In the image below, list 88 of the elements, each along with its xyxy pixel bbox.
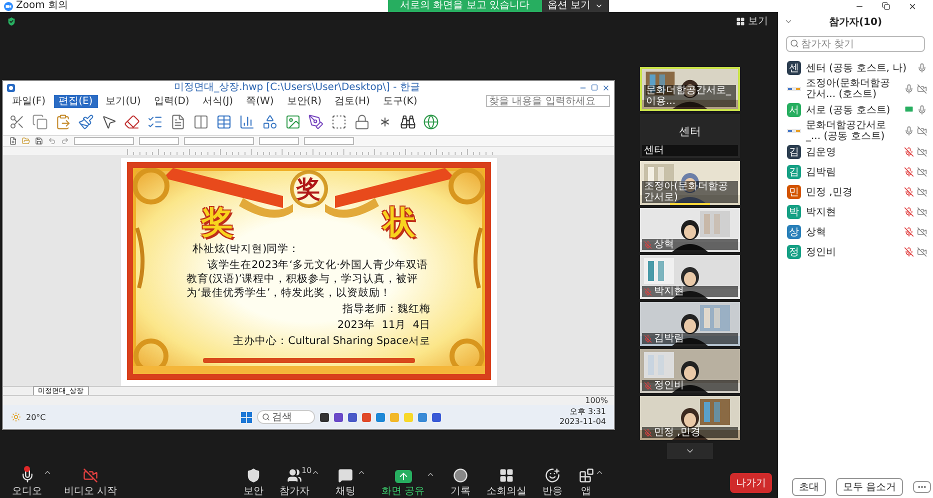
toolbar-video-button[interactable]: 비디오 시작 bbox=[64, 468, 118, 498]
toolbar-audio-button[interactable]: 오디오 bbox=[12, 468, 42, 498]
video-tile[interactable]: 센터 센터 bbox=[640, 114, 740, 158]
name-label: 문화더함공간서로_이용... bbox=[644, 85, 736, 107]
taskbar-search[interactable]: 검색 bbox=[256, 410, 315, 424]
view-options-button[interactable]: 옵션 보기 bbox=[542, 0, 609, 12]
avatar: 서 bbox=[787, 103, 801, 117]
name-label: 박지현 bbox=[642, 286, 738, 297]
menu-tab[interactable]: 보기(U) bbox=[100, 94, 146, 108]
panel-button[interactable]: 모두 음소거 bbox=[836, 478, 904, 496]
toolbar-participants-button[interactable]: 10 참가자 bbox=[280, 468, 310, 498]
participant-row[interactable]: 상 상혁 bbox=[778, 222, 933, 242]
avatar: 박 bbox=[787, 205, 801, 219]
window-title: Zoom 회의 bbox=[16, 0, 68, 12]
menu-tab[interactable]: 검토(H) bbox=[330, 94, 375, 108]
video-tile[interactable]: 상혁 bbox=[640, 208, 740, 252]
display-name: 센터 bbox=[679, 124, 701, 138]
participant-name: 정인비 bbox=[806, 246, 837, 258]
avatar: 김 bbox=[787, 145, 801, 159]
participant-row[interactable]: 김 김박림 bbox=[778, 162, 933, 182]
toolbar-breakout-button[interactable]: 소회의실 bbox=[486, 468, 527, 498]
participant-row[interactable]: 서 서로 (공동 호스트) bbox=[778, 100, 933, 120]
name-label: 상혁 bbox=[642, 239, 738, 250]
participant-row[interactable]: 문화더함공간서로_... (공동 호스트) bbox=[778, 120, 933, 142]
panel-title: 참가자(10) bbox=[828, 16, 882, 29]
video-tile[interactable]: 김박림 bbox=[640, 302, 740, 346]
clock-time: 오후 3:31 bbox=[569, 407, 606, 417]
document-title: 미정면대_상장.hwp [C:\Users\User\Desktop\] - 한글 bbox=[173, 81, 421, 94]
medal-emblem: 奖 bbox=[290, 170, 328, 208]
participant-name: 서로 (공동 호스트) bbox=[806, 104, 892, 116]
name-label: 조정아(문화더함공간서로) bbox=[642, 181, 738, 203]
signature-line: 指导老师：魏红梅 bbox=[342, 302, 430, 316]
toolbar-apps-button[interactable]: 앱 bbox=[578, 468, 594, 498]
toolbar-record-button[interactable]: 기록 bbox=[450, 468, 471, 498]
video-tile[interactable]: 문화더함공간서로_이용... bbox=[640, 67, 740, 111]
menu-tab[interactable]: 서식(J) bbox=[197, 94, 238, 108]
name-label: 김박림 bbox=[642, 333, 738, 344]
name-label: 센터 bbox=[642, 145, 738, 156]
leave-button[interactable]: 나가기 bbox=[730, 473, 772, 493]
participant-row[interactable]: 민 민정 ,민경 bbox=[778, 182, 933, 202]
zoom-level: 100% bbox=[585, 396, 608, 405]
toolbar-reactions-button[interactable]: 반응 bbox=[542, 468, 563, 498]
participant-name: 문화더함공간서로_... (공동 호스트) bbox=[806, 120, 887, 142]
toolbar-chat-button[interactable]: 채팅 bbox=[336, 468, 356, 498]
toolbar-share-button[interactable]: 화면 공유 bbox=[382, 470, 425, 498]
participant-name: 김운영 bbox=[806, 146, 837, 158]
participant-name: 김박림 bbox=[806, 166, 837, 178]
video-tile[interactable]: 박지현 bbox=[640, 255, 740, 299]
name-label: 민정 ,민경 bbox=[642, 427, 738, 438]
participant-name: 조정아(문화더함공간서... (호스트) bbox=[806, 78, 891, 100]
date-line: 2023年 11月 4日 bbox=[337, 318, 430, 332]
participant-search-field[interactable]: 참가자 찾기 bbox=[786, 36, 925, 52]
menu-tab[interactable]: 입력(D) bbox=[148, 94, 194, 108]
clock-date: 2023-11-04 bbox=[560, 417, 606, 427]
menu-tab[interactable]: 파일(F) bbox=[7, 94, 51, 108]
avatar: 정 bbox=[787, 245, 801, 259]
weather-text: 20°C bbox=[26, 412, 46, 422]
participant-name: 센터 (공동 호스트, 나) bbox=[806, 62, 908, 74]
video-tile[interactable]: 정인비 bbox=[640, 349, 740, 393]
participant-row[interactable]: 센 센터 (공동 호스트, 나) bbox=[778, 58, 933, 78]
avatar: 김 bbox=[787, 165, 801, 179]
menu-tab[interactable]: 보안(R) bbox=[282, 94, 327, 108]
participant-row[interactable]: 조정아(문화더함공간서... (호스트) bbox=[778, 78, 933, 100]
participant-row[interactable]: 박 박지현 bbox=[778, 202, 933, 222]
certificate-body: 该学生在2023年‘多元文化·外国人青少年双语教育(汉语)’课程中，积极参与，学习认真，被评为‘最佳优秀学生’，特发此奖，以资鼓励！ bbox=[186, 258, 429, 300]
participant-row[interactable]: 김 김운영 bbox=[778, 142, 933, 162]
certificate-heading: 奖 bbox=[202, 204, 234, 240]
recipient-line: 朴祉炫(박지현)同学： bbox=[192, 242, 301, 256]
organizer-line: 主办中心：Cultural Sharing Space서로 bbox=[233, 334, 430, 348]
certificate-heading: 状 bbox=[384, 204, 416, 240]
find-field[interactable]: 찾을 내용을 입력하세요 bbox=[486, 95, 610, 107]
video-tile[interactable]: 조정아(문화더함공간서로) bbox=[640, 161, 740, 205]
participant-row[interactable]: 정 정인비 bbox=[778, 242, 933, 262]
name-label: 정인비 bbox=[642, 380, 738, 391]
sharing-banner: 서로의 화면을 보고 있습니다 bbox=[388, 0, 542, 12]
avatar: 민 bbox=[787, 185, 801, 199]
avatar: 상 bbox=[787, 225, 801, 239]
participant-name: 민정 ,민경 bbox=[806, 186, 854, 198]
participant-name: 상혁 bbox=[806, 226, 827, 238]
toolbar-security-button[interactable]: 보안 bbox=[244, 468, 264, 498]
menu-tab[interactable]: 쪽(W) bbox=[241, 94, 279, 108]
participant-name: 박지현 bbox=[806, 206, 837, 218]
menu-tab[interactable]: 편집(E) bbox=[54, 94, 98, 108]
menu-tab[interactable]: 도구(K) bbox=[378, 94, 422, 108]
video-tile[interactable]: 민정 ,민경 bbox=[640, 396, 740, 440]
avatar: 센 bbox=[787, 61, 801, 75]
panel-button[interactable]: 초대 bbox=[792, 478, 826, 496]
view-button[interactable]: 보기 bbox=[736, 14, 768, 28]
